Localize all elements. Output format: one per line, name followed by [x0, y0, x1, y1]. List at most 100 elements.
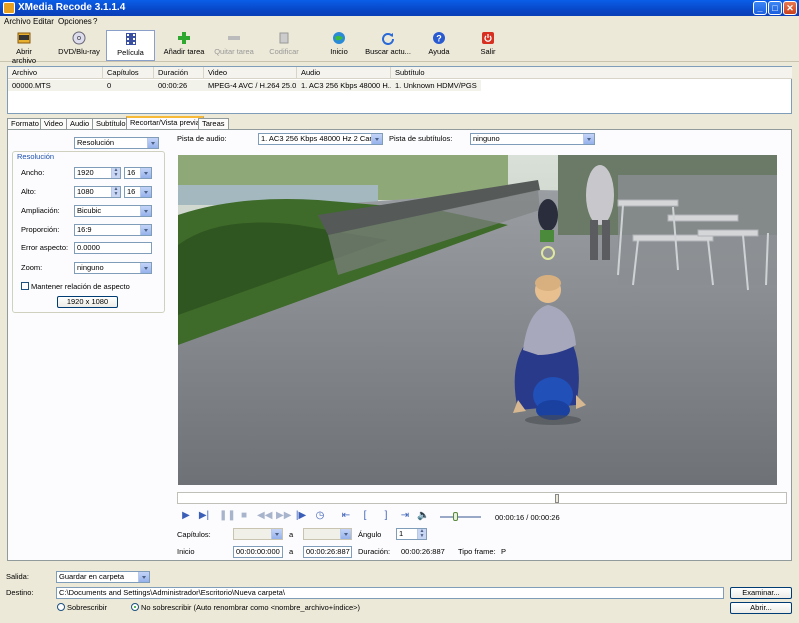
- open-folder-button[interactable]: Abrir...: [730, 602, 792, 614]
- zoom-select[interactable]: ninguno: [74, 262, 152, 274]
- power-icon: [482, 32, 494, 44]
- tab-format[interactable]: Formato: [7, 118, 43, 129]
- video-preview[interactable]: [178, 155, 777, 485]
- column-header-audio[interactable]: Audio: [297, 67, 391, 79]
- encode-button[interactable]: Codificar: [263, 30, 305, 61]
- next-frame-icon[interactable]: |▶: [295, 510, 307, 522]
- output-mode-select[interactable]: Guardar en carpeta: [56, 571, 150, 583]
- check-updates-button[interactable]: Buscar actu...: [364, 30, 412, 61]
- mark-end-icon[interactable]: ⇥: [399, 510, 411, 522]
- subtitle-track-label: Pista de subtítulos:: [389, 134, 453, 143]
- mark-start-icon[interactable]: ⇤: [340, 510, 352, 522]
- bracket-open-icon[interactable]: [: [359, 510, 371, 522]
- rewind-icon[interactable]: ◀◀: [257, 510, 272, 522]
- timeline-thumb[interactable]: [555, 494, 559, 503]
- play-icon[interactable]: ▶: [180, 510, 192, 522]
- tab-audio[interactable]: Audio: [66, 118, 94, 129]
- no-overwrite-radio[interactable]: [131, 603, 139, 611]
- volume-slider[interactable]: [440, 512, 481, 521]
- home-button[interactable]: Inicio: [318, 30, 360, 61]
- movie-button[interactable]: Película: [106, 30, 155, 61]
- pause-icon[interactable]: ❚❚: [219, 510, 236, 522]
- height-input[interactable]: 1080 ▲ ▼: [74, 186, 121, 198]
- start-time-input[interactable]: 00:00:00:000: [233, 546, 283, 558]
- chapter-from-select[interactable]: [233, 528, 283, 540]
- destination-label: Destino:: [6, 588, 34, 597]
- column-header-video[interactable]: Video: [204, 67, 297, 79]
- destination-path-input[interactable]: C:\Documents and Settings\Administrador\…: [56, 587, 724, 599]
- table-cell-file[interactable]: 00000.MTS: [8, 80, 103, 91]
- fast-forward-icon[interactable]: ▶▶: [276, 510, 291, 522]
- height-mod-select[interactable]: 16: [124, 186, 152, 198]
- column-header-duration[interactable]: Duración: [154, 67, 204, 79]
- chevron-down-icon: [147, 138, 158, 148]
- tab-subtitle[interactable]: Subtítulo: [92, 118, 130, 129]
- audio-track-label: Pista de audio:: [177, 134, 227, 143]
- table-cell-audio[interactable]: 1. AC3 256 Kbps 48000 H...: [297, 80, 391, 91]
- overwrite-radio[interactable]: [57, 603, 65, 611]
- table-cell-chapters[interactable]: 0: [103, 80, 154, 91]
- stop-icon[interactable]: ■: [238, 510, 250, 522]
- minimize-button[interactable]: _: [753, 1, 767, 15]
- column-header-file[interactable]: Archivo: [8, 67, 103, 79]
- volume-icon[interactable]: 🔈: [417, 510, 429, 522]
- browse-button[interactable]: Examinar...: [730, 587, 792, 599]
- add-task-button[interactable]: Añadir tarea: [163, 30, 205, 61]
- width-input[interactable]: 1920 ▲ ▼: [74, 167, 121, 179]
- chevron-down-icon: [140, 206, 151, 216]
- table-cell-video[interactable]: MPEG-4 AVC / H.264 25.0...: [204, 80, 297, 91]
- bracket-close-icon[interactable]: ]: [380, 510, 392, 522]
- title-bar: XMedia Recode 3.1.1.4 _ □ ✕: [0, 0, 799, 16]
- aspect-error-field[interactable]: 0.0000: [74, 242, 152, 254]
- end-time-input[interactable]: 00:00:26:887: [303, 546, 352, 558]
- menu-bar: Archivo Editar Opciones ?: [0, 16, 799, 28]
- keep-aspect-checkbox[interactable]: [21, 282, 29, 290]
- column-header-subtitle[interactable]: Subtítulo: [391, 67, 792, 79]
- spinner-arrows-icon[interactable]: ▲ ▼: [417, 529, 426, 539]
- tab-video[interactable]: Video: [40, 118, 68, 129]
- film-folder-icon: [17, 32, 31, 44]
- refresh-icon: [382, 33, 394, 45]
- width-mod-select[interactable]: 16: [124, 167, 152, 179]
- disc-icon: [72, 31, 86, 45]
- aspect-error-label: Error aspecto:: [21, 243, 69, 252]
- menu-editar[interactable]: Editar: [33, 17, 54, 26]
- spinner-arrows-icon[interactable]: ▲ ▼: [111, 168, 120, 178]
- scaling-select[interactable]: Bicubic: [74, 205, 152, 217]
- menu-help[interactable]: ?: [93, 17, 97, 26]
- start-label: Inicio: [177, 547, 195, 556]
- remove-task-button[interactable]: Quitar tarea: [213, 30, 255, 61]
- range-to-label: a: [289, 547, 294, 556]
- timeline-slider[interactable]: [177, 492, 787, 504]
- menu-opciones[interactable]: Opciones: [58, 17, 92, 26]
- spinner-arrows-icon[interactable]: ▲ ▼: [111, 187, 120, 197]
- mode-select[interactable]: Resolución: [74, 137, 159, 149]
- chapter-to-select[interactable]: [303, 528, 352, 540]
- maximize-button[interactable]: □: [768, 1, 782, 15]
- close-button[interactable]: ✕: [783, 1, 797, 15]
- column-header-chapters[interactable]: Capítulos: [103, 67, 154, 79]
- aspect-select[interactable]: 16:9: [74, 224, 152, 236]
- tab-crop-preview[interactable]: Recortar/Vista previa: [126, 116, 204, 129]
- volume-thumb[interactable]: [453, 512, 458, 521]
- menu-archivo[interactable]: Archivo: [4, 17, 31, 26]
- video-frame-image: [178, 155, 777, 485]
- scaling-label: Ampliación:: [21, 206, 60, 215]
- clock-icon[interactable]: ◷: [314, 510, 326, 522]
- time-display: 00:00:16 / 00:00:26: [495, 513, 560, 522]
- help-button[interactable]: ? Ayuda: [418, 30, 460, 61]
- encode-icon: [279, 32, 289, 44]
- open-file-button[interactable]: Abrir archivo: [3, 30, 45, 65]
- step-forward-icon[interactable]: ▶|: [198, 510, 210, 522]
- audio-track-select[interactable]: 1. AC3 256 Kbps 48000 Hz 2 Canales: [258, 133, 383, 145]
- table-cell-subtitle[interactable]: 1. Unknown HDMV/PGS: [391, 80, 481, 91]
- tab-tasks[interactable]: Tareas: [198, 118, 229, 129]
- resolution-button[interactable]: 1920 x 1080: [57, 296, 118, 308]
- angle-input[interactable]: 1 ▲ ▼: [396, 528, 427, 540]
- chevron-down-icon: [140, 168, 151, 178]
- exit-button[interactable]: Salir: [469, 30, 507, 61]
- table-cell-duration[interactable]: 00:00:26: [154, 80, 204, 91]
- subtitle-track-select[interactable]: ninguno: [470, 133, 595, 145]
- chevron-down-icon: [271, 529, 282, 539]
- dvd-bluray-button[interactable]: DVD/Blu-ray: [58, 30, 100, 61]
